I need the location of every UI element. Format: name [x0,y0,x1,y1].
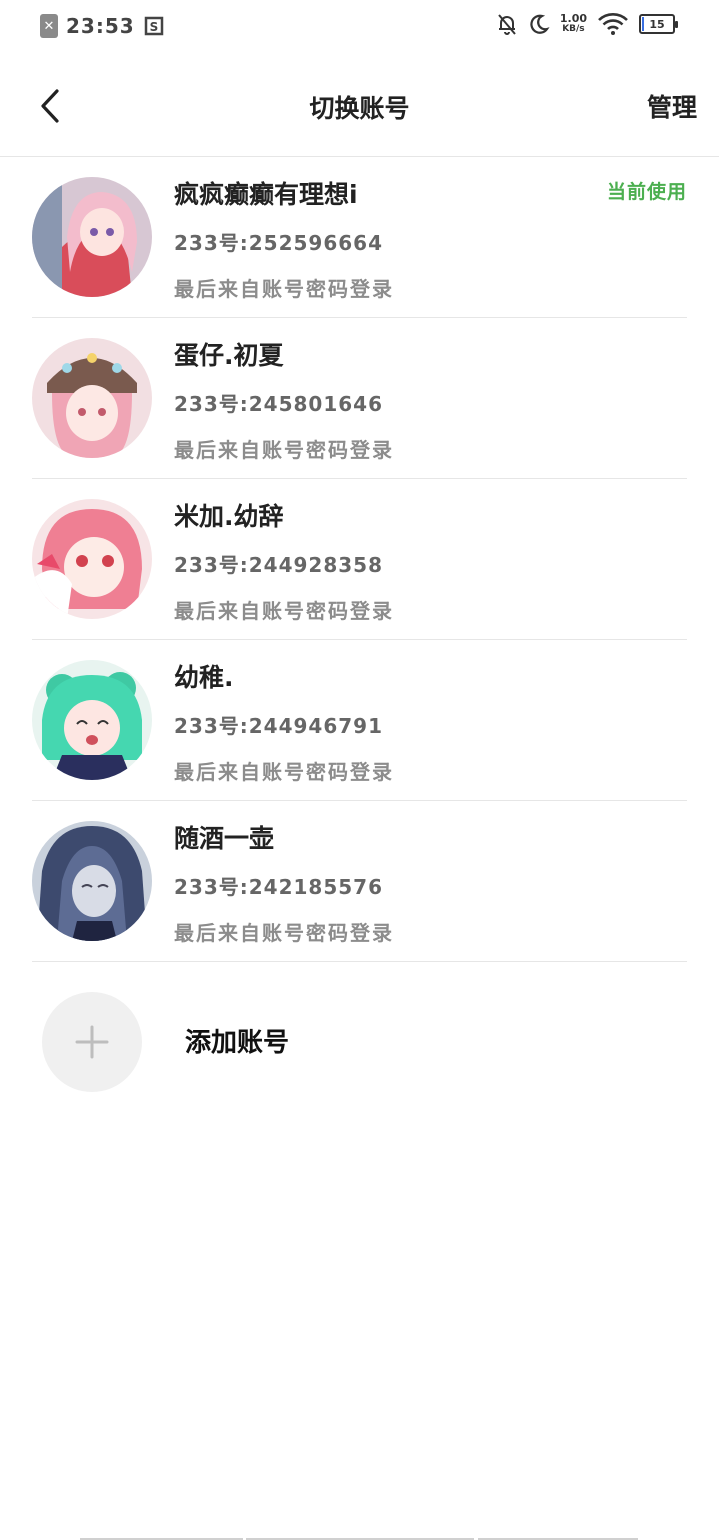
avatar [32,821,152,941]
avatar [32,177,152,297]
account-login-method: 最后来自账号密码登录 [174,277,394,301]
add-account-circle[interactable] [42,992,142,1092]
account-name: 蛋仔.初夏 [174,341,284,370]
account-id: 233号:245801646 [174,392,383,416]
add-account-label[interactable]: 添加账号 [185,1022,289,1059]
account-id: 233号:242185576 [174,875,383,899]
nav-bar: 切换账号 管理 [0,56,719,157]
account-item[interactable]: 米加.幼辞 233号:244928358 最后来自账号密码登录 [32,479,687,640]
account-item[interactable]: 疯疯癫癫有理想i 当前使用 233号:252596664 最后来自账号密码登录 [32,157,687,318]
avatar [32,338,152,458]
manage-button[interactable]: 管理 [647,88,697,124]
account-item[interactable]: 幼稚. 233号:244946791 最后来自账号密码登录 [32,640,687,801]
account-name: 疯疯癫癫有理想i [174,180,358,209]
wifi-icon [598,13,628,35]
account-id: 233号:244928358 [174,553,383,577]
account-login-method: 最后来自账号密码登录 [174,438,394,462]
add-account-button[interactable]: 添加账号 [42,992,682,1092]
bell-off-icon [498,14,516,35]
account-id: 233号:244946791 [174,714,383,738]
account-id: 233号:252596664 [174,231,383,255]
status-right: 1.00 KB/s 15 [496,12,678,36]
page-title: 切换账号 [309,94,410,123]
battery-level-fill [642,17,644,31]
account-login-method: 最后来自账号密码登录 [174,599,394,623]
account-name: 随酒一壶 [174,824,275,853]
status-bar: ✕ 23:53 S 1.00 KB/s 15 [0,0,719,56]
account-login-method: 最后来自账号密码登录 [174,760,394,784]
avatar [32,660,152,780]
status-time: 23:53 [66,14,135,38]
account-name: 米加.幼辞 [174,502,284,531]
account-name: 幼稚. [174,663,234,692]
svg-text:S: S [149,20,158,34]
network-speed-unit: KB/s [562,24,585,34]
account-list: 疯疯癫癫有理想i 当前使用 233号:252596664 最后来自账号密码登录 … [0,157,719,962]
moon-icon [530,14,550,34]
network-speed: 1.00 KB/s [560,13,587,35]
current-account-badge: 当前使用 [606,181,687,203]
account-item[interactable]: 随酒一壶 233号:242185576 最后来自账号密码登录 [32,801,687,962]
plus-icon [75,1025,109,1059]
battery-level: 15 [649,17,665,31]
network-speed-value: 1.00 [559,12,587,25]
account-item[interactable]: 蛋仔.初夏 233号:245801646 最后来自账号密码登录 [32,318,687,479]
avatar [32,499,152,619]
screenshot-icon: S [144,16,163,36]
battery-indicator: 15 [639,14,678,34]
account-login-method: 最后来自账号密码登录 [174,921,394,945]
no-sim-icon: ✕ [40,14,58,38]
status-left: ✕ 23:53 S [40,14,165,38]
